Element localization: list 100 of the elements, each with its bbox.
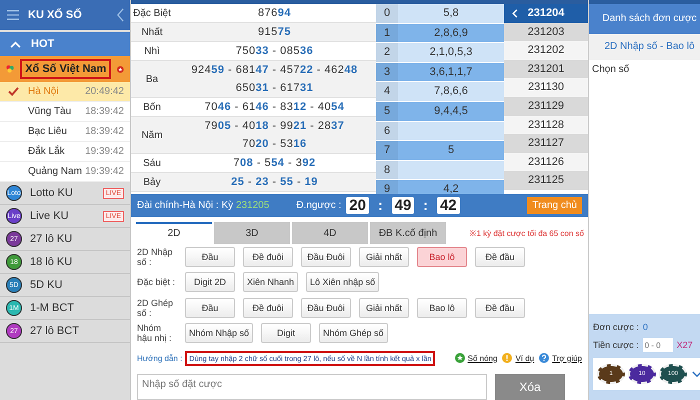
amount-label: Tiền cược :: [593, 340, 639, 350]
table-cell: 8: [376, 160, 398, 180]
bet-option-button[interactable]: Bao lô: [417, 246, 467, 266]
bet-option-button[interactable]: Đề đuôi: [243, 246, 293, 266]
countdown-digit: 42: [436, 196, 460, 214]
region-name: Đắk Lắk: [28, 146, 66, 157]
sidebar-title: KU XỔ SỐ: [28, 9, 83, 21]
region-item[interactable]: Vũng Tàu 18:39:42: [0, 102, 130, 122]
game-name: Lotto KU: [30, 187, 74, 199]
bet-option-button[interactable]: Đầu Đuôi: [301, 298, 351, 318]
bet-option-button[interactable]: Đầu: [185, 298, 235, 318]
section-label: HOT: [31, 38, 54, 50]
period-item[interactable]: 231125: [504, 171, 588, 190]
table-cell-text: 3,6,1,1,7: [428, 64, 474, 80]
tab[interactable]: 3D: [214, 222, 290, 244]
game-name: 27 lô BCT: [30, 325, 80, 337]
chevron-left-icon: [512, 9, 518, 18]
table-cell: 3: [376, 62, 398, 82]
prize-numbers: 7046 - 6146 - 8312 - 4054: [204, 101, 344, 113]
table-cell-text: 4,2: [442, 182, 460, 198]
multiplier: X27: [676, 340, 693, 350]
bet-option-button[interactable]: Đầu: [185, 246, 235, 266]
period-item[interactable]: 231130: [504, 78, 588, 97]
game-name: 1-M BCT: [30, 302, 75, 314]
prize-label: Bảy: [142, 176, 162, 188]
guide-link[interactable]: Số nóng: [468, 354, 498, 363]
row-label: Đặc biệt :: [137, 277, 176, 288]
prize-label: Sáu: [142, 158, 162, 168]
region-item[interactable]: Đắk Lắk 19:39:42: [0, 142, 130, 162]
chevron-down-icon[interactable]: [692, 370, 700, 378]
period-item[interactable]: 231202: [504, 41, 588, 60]
amount-field[interactable]: 0 - 0: [642, 338, 673, 352]
period-item[interactable]: 231126: [504, 152, 588, 172]
prize-numbers: 7905 - 4018 - 9921 - 2837: [204, 120, 344, 132]
section-header[interactable]: HOT: [0, 32, 130, 56]
row-label: 2D Ghép số :: [137, 298, 174, 318]
tab[interactable]: 4D: [292, 222, 368, 244]
region-time: 18:39:42: [85, 106, 124, 117]
guide-link[interactable]: Ví dụ: [515, 354, 534, 363]
time-separator: :: [423, 197, 428, 214]
menu-icon[interactable]: [6, 9, 20, 21]
period-item[interactable]: 231127: [504, 134, 588, 153]
bet-option-button[interactable]: Digit: [261, 323, 312, 344]
region-item[interactable]: Bạc Liêu 18:39:42: [0, 122, 130, 142]
period-item[interactable]: 231129: [504, 96, 588, 116]
help-icon: [539, 353, 550, 364]
prize-label: Đặc Biệt: [132, 8, 172, 18]
prize-label: Bốn: [142, 102, 162, 112]
bet-option-button[interactable]: Digit 2D: [185, 272, 235, 292]
bet-option-button[interactable]: Lô Xiên nhập số: [306, 272, 380, 292]
bet-option-button[interactable]: Nhóm Ghép số: [319, 323, 388, 344]
table-cell: 5: [376, 102, 398, 121]
bet-option-button[interactable]: Bao lô: [417, 298, 467, 318]
bet-option-button[interactable]: Đề đuôi: [243, 298, 293, 318]
period-item[interactable]: 231201: [504, 60, 588, 78]
info-icon: [502, 353, 512, 364]
table-cell-text: 9,4,4,5: [433, 104, 469, 119]
table-cell-text: 2,1,0,5,3: [428, 45, 474, 60]
tab[interactable]: ĐB K.cố định: [370, 222, 446, 244]
number-entry-field[interactable]: Nhập số đặt cược: [137, 374, 487, 400]
prize-label: Năm: [140, 130, 164, 140]
region-name: Quảng Nam: [28, 166, 83, 177]
bet-option-button[interactable]: Đề đầu: [475, 246, 525, 266]
bet-option-button[interactable]: Nhóm Nhập số: [185, 323, 254, 344]
guide-link[interactable]: Trợ giúp: [552, 354, 582, 363]
period-item[interactable]: 231203: [504, 22, 588, 42]
table-cell: 2: [376, 43, 398, 62]
time-separator: :: [378, 197, 383, 214]
period-item[interactable]: 231204: [504, 4, 588, 23]
bet-option-button[interactable]: Giải nhất: [359, 246, 409, 266]
prize-numbers: 708 - 554 - 392: [233, 157, 316, 169]
bet-option-button[interactable]: Giải nhất: [359, 298, 409, 318]
order-label: Đơn cược :: [593, 322, 639, 332]
region-name: Vũng Tàu: [28, 106, 72, 117]
region-time: 19:39:42: [85, 166, 124, 177]
region-item[interactable]: Quảng Nam 19:39:42: [0, 162, 130, 182]
prize-label: Nhất: [140, 26, 164, 38]
draw-info: Đài chính-Hà Nội : Kỳ 231205: [137, 200, 270, 211]
period-item[interactable]: 231128: [504, 116, 588, 134]
table-cell: 6: [376, 122, 398, 140]
prize-numbers: 91575: [258, 26, 292, 38]
prize-numbers: 7020 - 5316: [242, 138, 307, 150]
prize-numbers: 87694: [258, 7, 292, 19]
sidebar-group[interactable]: Xổ Số Việt Nam: [0, 56, 130, 82]
table-cell-text: 2,8,6,9: [433, 26, 469, 41]
bet-option-button[interactable]: Đề đầu: [475, 298, 525, 318]
bet-option-button[interactable]: Xiên Nhanh: [243, 272, 298, 292]
star-icon: [454, 353, 465, 364]
prize-numbers: 92459 - 68147 - 45722 - 46248: [191, 64, 358, 76]
back-icon[interactable]: [117, 8, 124, 22]
table-cell: 0: [376, 4, 398, 23]
order-count: 0: [642, 322, 648, 332]
group-label: Xổ Số Việt Nam: [20, 59, 112, 79]
caret-icon: [10, 40, 21, 48]
countdown-digit: 49: [392, 196, 414, 214]
prize-label: Nhì: [143, 46, 161, 56]
table-cell: 4: [376, 82, 398, 101]
check-icon: [8, 87, 19, 96]
bet-option-button[interactable]: Đầu Đuôi: [301, 246, 351, 266]
prize-numbers: 65031 - 61731: [236, 82, 314, 94]
